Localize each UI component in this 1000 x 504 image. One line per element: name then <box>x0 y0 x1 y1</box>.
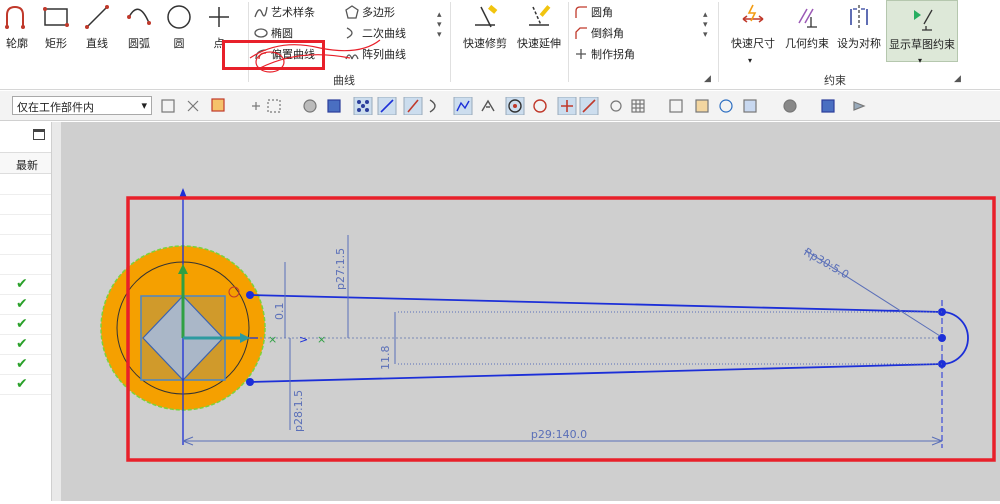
checkmark-icon: ✔ <box>16 296 28 312</box>
quick-dimension-dropdown[interactable]: ▾ <box>748 56 752 65</box>
list-item[interactable] <box>0 235 51 255</box>
navigator-header: 最新 <box>0 152 51 174</box>
curve-gallery-arrows[interactable]: ▴ ▾ ▾ <box>437 10 442 40</box>
quick-dimension-button[interactable]: 快速尺寸 <box>728 0 778 62</box>
checkmark-icon: ✔ <box>16 336 28 352</box>
constraint-group-expand[interactable]: ◢ <box>954 74 961 84</box>
rectangle-icon <box>43 7 69 27</box>
profile-icon <box>5 5 25 29</box>
lower-arm-line <box>249 363 943 383</box>
maximize-panel-icon[interactable] <box>33 129 45 140</box>
list-item[interactable]: ✔ <box>0 295 51 315</box>
arc-label: 圆弧 <box>128 37 150 50</box>
show-constraints-icon <box>914 9 933 31</box>
svg-text:×: × <box>268 333 277 346</box>
edit-group-expand[interactable]: ◢ <box>704 74 711 84</box>
navigator-panel: 最新 ✔ ✔ ✔ ✔ ✔ ✔ <box>0 122 52 501</box>
list-item[interactable]: ✔ <box>0 315 51 335</box>
edit-gallery-arrows[interactable]: ▴ ▾ ▾ <box>703 10 708 40</box>
annotation-scribble <box>249 39 381 73</box>
selection-tool-icons[interactable] <box>160 97 920 115</box>
checkmark-icon: ✔ <box>16 276 28 292</box>
point-icon <box>209 7 229 27</box>
panel-splitter[interactable] <box>52 122 61 501</box>
checkmark-icon: ✔ <box>16 356 28 372</box>
dimension-rp30: Rp30:5.0 <box>802 245 852 281</box>
polygon-button[interactable]: 多边形 <box>345 2 395 22</box>
dimension-p28: p28:1.5 <box>292 390 305 432</box>
show-constraints-dropdown[interactable]: ▾ <box>918 56 922 65</box>
quick-extend-button[interactable]: 快速延伸 <box>514 0 564 62</box>
quick-trim-button[interactable]: 快速修剪 <box>460 0 510 62</box>
arc-button[interactable]: 圆弧 <box>124 0 154 62</box>
trim-icon <box>475 4 498 28</box>
graphics-canvas[interactable]: p29:140.0 p27:1.5 p28:1.5 0.1 11.8 Rp30:… <box>61 122 1000 501</box>
arc-icon <box>127 8 151 25</box>
profile-label: 轮廓 <box>6 37 28 50</box>
ribbon: 轮廓 矩形 直线 圆弧 圆 点 艺术样条 椭圆 偏置曲线 多边形 二次曲线 阵列… <box>0 0 1000 90</box>
profile-button[interactable]: 轮廓 <box>2 0 32 62</box>
line-button[interactable]: 直线 <box>82 0 112 62</box>
upper-arm-line <box>249 294 943 313</box>
list-item[interactable] <box>0 195 51 215</box>
make-corner-label: 制作拐角 <box>591 48 635 61</box>
art-spline-button[interactable]: 艺术样条 <box>254 2 315 22</box>
checkmark-icon: ✔ <box>16 316 28 332</box>
make-symmetric-button[interactable]: 设为对称 <box>834 0 884 62</box>
show-sketch-constraints-button[interactable]: 显示草图约束 <box>886 0 958 62</box>
circle-button[interactable]: 圆 <box>164 0 194 62</box>
art-spline-label: 艺术样条 <box>271 6 315 19</box>
line-label: 直线 <box>86 37 108 50</box>
polygon-label: 多边形 <box>362 6 395 19</box>
chevron-down-icon: ▾ <box>141 99 147 112</box>
list-item[interactable]: ✔ <box>0 275 51 295</box>
selection-toolbar: 仅在工作部件内 ▾ <box>0 91 1000 121</box>
fillet-button[interactable]: 圆角 <box>574 2 613 22</box>
latest-column-header: 最新 <box>16 159 38 172</box>
fillet-icon <box>575 6 587 18</box>
geometric-constraint-icon <box>798 8 817 28</box>
make-symmetric-label: 设为对称 <box>837 37 881 50</box>
extend-icon <box>529 5 551 26</box>
quick-dimension-icon <box>742 4 764 23</box>
list-item[interactable] <box>0 255 51 275</box>
list-item[interactable]: ✔ <box>0 375 51 395</box>
spline-icon <box>254 6 268 18</box>
quick-trim-label: 快速修剪 <box>463 37 507 50</box>
quick-extend-label: 快速延伸 <box>517 37 561 50</box>
dimension-p29: p29:140.0 <box>531 428 587 441</box>
constraint-group-label: 约束 <box>824 74 846 87</box>
geometric-constraint-button[interactable]: 几何约束 <box>782 0 832 62</box>
dimension-p27: p27:1.5 <box>334 248 347 290</box>
sketch-drawing[interactable]: p29:140.0 p27:1.5 p28:1.5 0.1 11.8 Rp30:… <box>61 122 1000 501</box>
list-item[interactable]: ✔ <box>0 355 51 375</box>
corner-icon <box>576 49 586 59</box>
svg-text:×: × <box>317 333 326 346</box>
dimension-11-8: 11.8 <box>379 346 392 371</box>
scope-filter-value: 仅在工作部件内 <box>17 101 94 114</box>
list-item[interactable] <box>0 175 51 195</box>
geometric-constraint-label: 几何约束 <box>785 37 829 50</box>
polygon-icon <box>345 5 359 19</box>
chamfer-label: 倒斜角 <box>591 27 624 40</box>
checkmark-icon: ✔ <box>16 376 28 392</box>
make-corner-button[interactable]: 制作拐角 <box>574 44 635 64</box>
list-item[interactable]: ✔ <box>0 335 51 355</box>
rectangle-button[interactable]: 矩形 <box>40 0 72 62</box>
dimension-0-1: 0.1 <box>273 303 286 321</box>
show-sketch-constraints-label: 显示草图约束 <box>889 38 955 51</box>
svg-text:>: > <box>299 333 308 346</box>
quick-dimension-label: 快速尺寸 <box>731 37 775 50</box>
chamfer-icon <box>575 27 587 39</box>
rectangle-label: 矩形 <box>45 37 67 50</box>
list-item[interactable] <box>0 215 51 235</box>
circle-label: 圆 <box>173 37 185 50</box>
circle-icon <box>167 5 191 29</box>
scope-filter-dropdown[interactable]: 仅在工作部件内 ▾ <box>12 96 152 115</box>
chamfer-button[interactable]: 倒斜角 <box>574 23 624 43</box>
line-icon <box>85 5 109 29</box>
fillet-label: 圆角 <box>591 6 613 19</box>
symmetric-icon <box>850 5 868 29</box>
